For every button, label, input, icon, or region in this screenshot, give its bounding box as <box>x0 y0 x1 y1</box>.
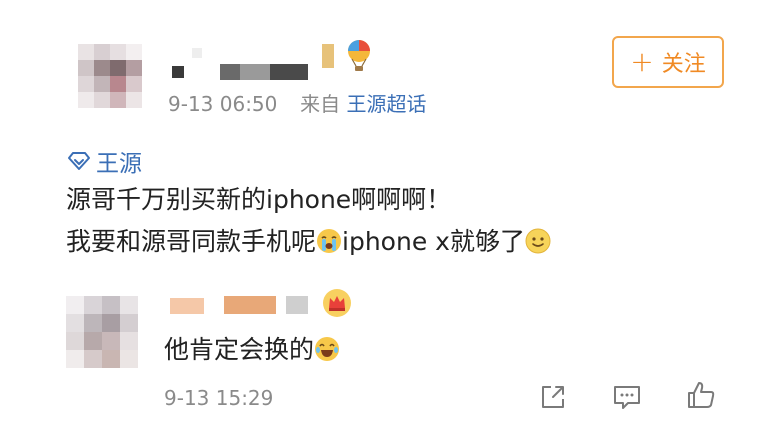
reply-timestamp: 9-13 15:29 <box>164 386 274 410</box>
post-text-line-2: 我要和源哥同款手机呢 iphone x就够了 <box>66 222 551 258</box>
source-link[interactable]: 王源超话 <box>346 92 426 116</box>
reply-username[interactable] <box>168 286 368 326</box>
share-button[interactable] <box>536 380 570 414</box>
author-username[interactable] <box>168 40 428 80</box>
share-icon <box>542 386 564 408</box>
post-text-line-1: 源哥千万别买新的iphone啊啊啊！ <box>66 185 452 214</box>
comment-icon <box>614 386 640 409</box>
crown-badge-icon <box>323 289 351 317</box>
super-topic-diamond-icon <box>68 152 90 170</box>
super-topic-label: 王源 <box>96 151 142 177</box>
follow-button[interactable]: + 关注 <box>612 36 724 88</box>
reply-text-content: 他肯定会换的 <box>164 335 315 364</box>
plus-icon: + <box>630 45 654 78</box>
post-timestamp: 9-13 06:50 <box>168 92 278 116</box>
laughing-tears-emoji <box>315 337 340 361</box>
post-text-segment-2: iphone x就够了 <box>342 227 525 256</box>
super-topic-tag[interactable]: 王源 <box>66 144 142 178</box>
like-thumb-icon <box>688 382 715 408</box>
reply-text: 他肯定会换的 <box>164 330 340 366</box>
source-prefix: 来自 <box>300 92 341 116</box>
post-text-segment: 我要和源哥同款手机呢 <box>66 227 317 256</box>
smile-face-emoji <box>525 228 551 254</box>
hot-air-balloon-icon <box>348 40 370 71</box>
like-button[interactable] <box>684 378 718 412</box>
author-avatar[interactable] <box>78 44 142 108</box>
reply-avatar[interactable] <box>66 296 140 368</box>
post-meta: 9-13 06:50 来自 王源超话 <box>168 88 426 117</box>
comment-button[interactable] <box>610 380 644 414</box>
follow-button-label: 关注 <box>661 52 706 77</box>
crying-face-emoji <box>317 229 342 253</box>
